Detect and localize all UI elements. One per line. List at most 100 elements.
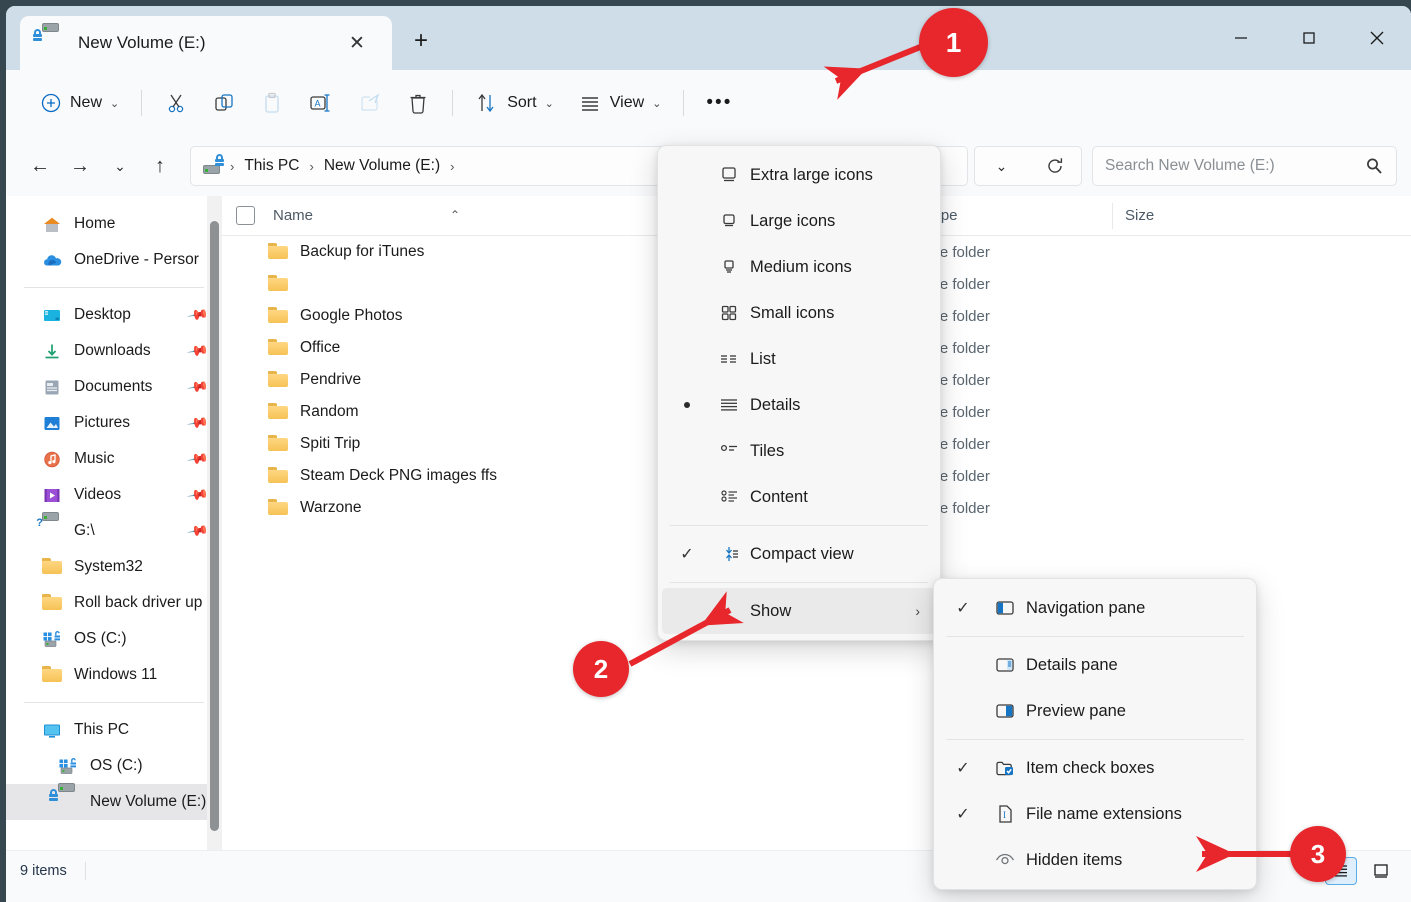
sidebar-scrollbar-thumb[interactable] (210, 221, 219, 831)
menu-item-navigation-pane[interactable]: ✓Navigation pane (938, 585, 1252, 631)
sidebar-item-system32[interactable]: System32 (6, 549, 222, 585)
large-icons-view-icon (1372, 862, 1390, 880)
drive-unknown-icon: ? (42, 522, 62, 540)
forward-button[interactable]: → (60, 146, 100, 186)
sidebar-item-os-c[interactable]: OS (C:) (6, 748, 222, 784)
file-name-label: Steam Deck PNG images ffs (300, 467, 497, 485)
sidebar-item-home[interactable]: Home (6, 206, 222, 242)
paste-button[interactable] (248, 83, 296, 123)
menu-item-extra-large-icons[interactable]: Extra large icons (662, 152, 936, 198)
chevron-down-icon: ⌄ (110, 97, 119, 110)
sidebar-item-label: New Volume (E:) (90, 793, 206, 811)
menu-item-label: Navigation pane (1026, 599, 1145, 618)
recent-locations-button[interactable]: ⌄ (100, 146, 140, 186)
screenshot-root: New Volume (E:) ✕ + New ⌄ (0, 0, 1411, 902)
close-button[interactable] (1343, 6, 1411, 70)
menu-item-list[interactable]: List (662, 336, 936, 382)
menu-item-content[interactable]: Content (662, 474, 936, 520)
ellipsis-icon: ••• (706, 92, 732, 114)
sidebar-item-pictures[interactable]: Pictures📌 (6, 405, 222, 441)
breadcrumb-new-volume-e[interactable]: New Volume (E:) (320, 154, 444, 178)
copy-button[interactable] (200, 83, 248, 123)
more-options-button[interactable]: ••• (694, 83, 744, 123)
menu-item-label: Details (750, 396, 800, 415)
minimize-button[interactable] (1207, 6, 1275, 70)
maximize-button[interactable] (1275, 6, 1343, 70)
file-name-label: Pendrive (300, 371, 361, 389)
pin-icon: 📌 (185, 483, 209, 507)
breadcrumb-this-pc[interactable]: This PC (240, 154, 303, 178)
toolbar-divider (141, 90, 142, 116)
large-icons-view-toggle[interactable] (1365, 857, 1397, 885)
menu-item-label: File name extensions (1026, 805, 1182, 824)
menu-item-tiles[interactable]: Tiles (662, 428, 936, 474)
address-dropdown-button[interactable]: ⌄ (982, 146, 1022, 186)
file-name-label: Office (300, 339, 340, 357)
sidebar-item-label: G:\ (74, 522, 95, 540)
sidebar-item-music[interactable]: Music📌 (6, 441, 222, 477)
menu-item-small-icons[interactable]: Small icons (662, 290, 936, 336)
back-button[interactable]: ← (20, 146, 60, 186)
menu-item-compact-view[interactable]: ✓ Compact view (662, 531, 936, 577)
menu-item-details-pane[interactable]: Details pane (938, 642, 1252, 688)
search-icon[interactable] (1364, 156, 1384, 176)
sidebar-item-documents[interactable]: Documents📌 (6, 369, 222, 405)
svg-text:A: A (315, 99, 321, 109)
menu-item-large-icons[interactable]: Large icons (662, 198, 936, 244)
file-name-label: Warzone (300, 499, 361, 517)
command-bar: New ⌄ (6, 70, 1411, 136)
tab-new-volume-e[interactable]: New Volume (E:) ✕ (20, 16, 392, 70)
drive-icon (42, 33, 64, 53)
sidebar-item-windows-11[interactable]: Windows 11 (6, 657, 222, 693)
pin-icon: 📌 (185, 519, 209, 543)
file-name-label: Google Photos (300, 307, 403, 325)
file-name-label: Spiti Trip (300, 435, 360, 453)
select-all-checkbox[interactable] (236, 206, 255, 225)
up-button[interactable]: ↑ (140, 146, 180, 186)
annotation-marker-3: 3 (1290, 826, 1346, 882)
downloads-icon (42, 342, 62, 360)
rename-icon: A (308, 91, 334, 115)
cut-button[interactable] (152, 83, 200, 123)
view-button[interactable]: View ⌄ (566, 83, 674, 123)
menu-item-label: List (750, 350, 776, 369)
column-type[interactable]: Type (912, 203, 1112, 229)
pin-icon: 📌 (185, 303, 209, 327)
pin-icon: 📌 (185, 339, 209, 363)
sidebar-scrollbar-track[interactable] (207, 196, 222, 850)
folder-icon (42, 666, 62, 684)
refresh-button[interactable] (1035, 146, 1075, 186)
menu-item-preview-pane[interactable]: Preview pane (938, 688, 1252, 734)
rename-button[interactable]: A (296, 83, 346, 123)
sidebar-item-g[interactable]: ? G:\ 📌 (6, 513, 222, 549)
sidebar-item-roll-back-driver-up[interactable]: Roll back driver up (6, 585, 222, 621)
sidebar-item-desktop[interactable]: Desktop📌 (6, 297, 222, 333)
share-button[interactable] (346, 83, 394, 123)
breadcrumb-separator: › (230, 159, 234, 174)
extra-large-icons-icon (708, 163, 750, 187)
scissors-icon (164, 91, 188, 115)
new-button[interactable]: New ⌄ (28, 83, 131, 123)
sidebar-item-videos[interactable]: Videos📌 (6, 477, 222, 513)
radio-selected-icon (666, 402, 708, 408)
menu-item-medium-icons[interactable]: Medium icons (662, 244, 936, 290)
sidebar-item-downloads[interactable]: Downloads📌 (6, 333, 222, 369)
pin-icon: 📌 (185, 447, 209, 471)
search-box[interactable] (1092, 146, 1397, 186)
folder-icon (268, 243, 288, 261)
delete-button[interactable] (394, 83, 442, 123)
search-input[interactable] (1105, 157, 1364, 175)
column-size[interactable]: Size (1112, 203, 1252, 229)
sort-button[interactable]: Sort ⌄ (463, 83, 566, 123)
view-icon (578, 91, 602, 115)
new-tab-button[interactable]: + (406, 26, 436, 56)
sidebar-item-os-c[interactable]: OS (C:) (6, 621, 222, 657)
sidebar-item-new-volume-e[interactable]: New Volume (E:) (6, 784, 222, 820)
sidebar-item-onedrive-persor[interactable]: OneDrive - Persor (6, 242, 222, 278)
sidebar-item-this-pc[interactable]: This PC (6, 712, 222, 748)
menu-item-item-check-boxes[interactable]: ✓Item check boxes (938, 745, 1252, 791)
close-tab-icon[interactable]: ✕ (344, 30, 370, 56)
drive-icon (58, 793, 78, 811)
menu-item-details[interactable]: Details (662, 382, 936, 428)
menu-item-file-name-extensions[interactable]: ✓IFile name extensions (938, 791, 1252, 837)
